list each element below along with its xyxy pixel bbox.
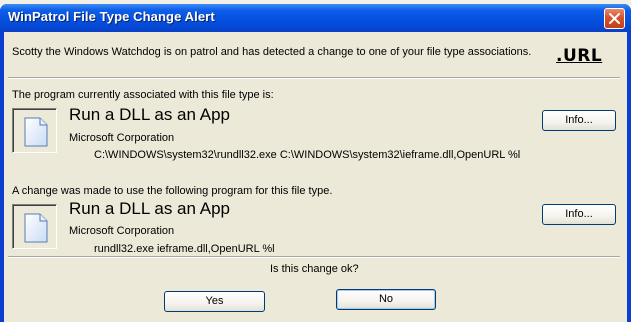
new-company: Microsoft Corporation <box>69 225 175 237</box>
new-program-name: Run a DLL as an App <box>69 199 230 218</box>
current-info-button[interactable]: Info... <box>542 110 616 131</box>
document-icon <box>24 213 48 243</box>
divider <box>8 256 620 258</box>
window-title: WinPatrol File Type Change Alert <box>8 9 215 24</box>
title-bar[interactable]: WinPatrol File Type Change Alert <box>0 4 631 32</box>
alert-dialog: WinPatrol File Type Change Alert Scotty … <box>0 4 631 322</box>
yes-button[interactable]: Yes <box>164 291 265 312</box>
new-info-button[interactable]: Info... <box>542 204 616 225</box>
dialog-body: Scotty the Windows Watchdog is on patrol… <box>4 32 627 322</box>
divider <box>8 77 620 79</box>
new-program-icon-frame <box>12 204 57 249</box>
new-command: rundll32.exe ieframe.dll,OpenURL %l <box>94 243 275 255</box>
current-company: Microsoft Corporation <box>69 132 175 144</box>
confirm-question: Is this change ok? <box>270 263 359 275</box>
changed-section-label: A change was made to use the following p… <box>12 185 333 197</box>
document-icon <box>24 117 48 147</box>
current-section-label: The program currently associated with th… <box>12 89 274 101</box>
close-icon <box>609 13 620 24</box>
no-button[interactable]: No <box>336 289 436 310</box>
current-command: C:\WINDOWS\system32\rundll32.exe C:\WIND… <box>94 149 521 161</box>
alert-message: Scotty the Windows Watchdog is on patrol… <box>12 46 532 58</box>
current-program-icon-frame <box>12 108 57 153</box>
current-program-name: Run a DLL as an App <box>69 105 230 124</box>
file-extension: .URL <box>556 46 603 66</box>
close-button[interactable] <box>604 8 625 29</box>
